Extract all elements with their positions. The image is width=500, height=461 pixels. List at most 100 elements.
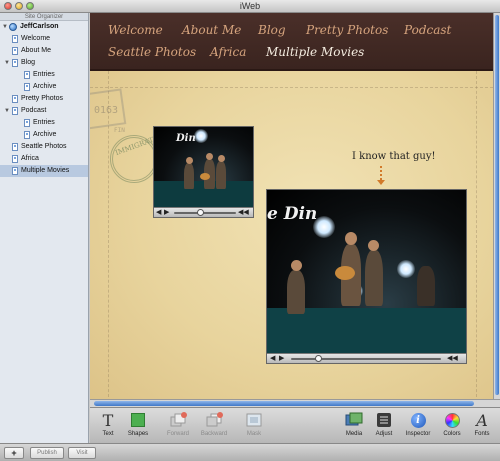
band-member-head <box>206 153 213 160</box>
shapes-tool-button[interactable]: Shapes <box>120 410 156 438</box>
sidebar-item-label: Entries <box>33 71 55 78</box>
nav-link-podcast[interactable]: Podcast <box>404 23 451 37</box>
sidebar-item-label: Archive <box>33 83 57 90</box>
band-member <box>365 250 383 306</box>
mask-tool-button[interactable]: Mask <box>236 410 272 438</box>
band-member-head <box>368 240 379 251</box>
sidebar-item-label: Entries <box>33 119 55 126</box>
disclosure-triangle-icon[interactable]: ▼ <box>2 21 8 33</box>
venue-sign-text: e Din <box>267 204 318 224</box>
fonts-icon: A <box>476 410 488 430</box>
sidebar-item-label: Multiple Movies <box>21 167 70 174</box>
tool-label: Fonts <box>474 431 490 437</box>
caption-arrow <box>380 166 382 180</box>
inspector-tool-button[interactable]: i Inspector <box>400 410 436 438</box>
sidebar-item-about-me[interactable]: About Me <box>0 45 88 57</box>
nav-link-about-me[interactable]: About Me <box>182 23 241 37</box>
horizontal-scrollbar[interactable] <box>90 399 500 407</box>
sidebar-item-label: Podcast <box>21 107 47 114</box>
band-member-head <box>186 157 193 164</box>
stage-light <box>397 260 415 278</box>
sidebar-item-archive[interactable]: Archive <box>0 129 88 141</box>
guitar <box>335 266 355 280</box>
page-icon <box>12 107 18 115</box>
band-member <box>216 161 226 189</box>
sidebar-item-entries[interactable]: Entries <box>0 69 88 81</box>
volume-icon[interactable]: ◀ <box>270 355 275 363</box>
page-navbar: Welcome About Me Blog Pretty Photos Podcast S… <box>90 13 493 71</box>
band-member <box>287 270 305 314</box>
page-icon <box>12 143 18 151</box>
arrow-head-icon <box>377 180 385 185</box>
add-page-button[interactable]: + <box>4 447 24 459</box>
vertical-scrollbar[interactable] <box>493 13 500 399</box>
band-member-head <box>345 232 357 245</box>
backward-tool-button[interactable]: Backward <box>196 410 232 438</box>
shapes-icon <box>120 410 156 430</box>
horizontal-scroll-thumb[interactable] <box>94 401 474 406</box>
scrubber-track[interactable] <box>174 212 236 214</box>
page-icon <box>12 35 18 43</box>
sidebar-site-row[interactable]: ▼ JeffCarlson <box>0 21 88 33</box>
forward-tool-button[interactable]: Forward <box>160 410 196 438</box>
movie-caption: I know that guy! <box>352 151 436 162</box>
scrubber-track[interactable] <box>291 358 441 360</box>
page-icon <box>12 167 18 175</box>
vertical-scroll-thumb[interactable] <box>495 15 499 395</box>
page-icon <box>24 119 30 127</box>
sidebar-item-africa[interactable]: Africa <box>0 153 88 165</box>
sidebar-item-podcast[interactable]: ▼ Podcast <box>0 105 88 117</box>
sidebar-item-blog[interactable]: ▼ Blog <box>0 57 88 69</box>
page-icon <box>24 131 30 139</box>
play-button[interactable]: ▶ <box>164 209 169 217</box>
adjust-icon <box>366 410 402 430</box>
page-icon <box>24 71 30 79</box>
sidebar-item-welcome[interactable]: Welcome <box>0 33 88 45</box>
layout-guide <box>476 71 477 407</box>
nav-link-blog[interactable]: Blog <box>258 23 286 37</box>
sidebar-item-label: Africa <box>21 155 39 162</box>
disclosure-triangle-icon[interactable]: ▼ <box>4 57 10 69</box>
sidebar-page-list: Welcome About Me ▼ Blog Entries Archive Pretty… <box>0 33 88 177</box>
nav-link-multiple-movies[interactable]: Multiple Movies <box>266 45 364 59</box>
page-icon <box>12 47 18 55</box>
disclosure-triangle-icon[interactable]: ▼ <box>4 105 10 117</box>
small-movie[interactable]: Din ◀ ▶ ◀◀ <box>153 126 254 218</box>
sidebar-item-archive[interactable]: Archive <box>0 81 88 93</box>
tool-label: Forward <box>166 431 189 437</box>
sidebar-item-entries[interactable]: Entries <box>0 117 88 129</box>
page-icon <box>12 155 18 163</box>
nav-link-seattle-photos[interactable]: Seattle Photos <box>108 45 196 59</box>
large-movie[interactable]: e Din ◀ ▶ ◀◀ <box>266 189 467 364</box>
page-icon <box>12 59 18 67</box>
adjust-tool-button[interactable]: Adjust <box>366 410 402 438</box>
play-button[interactable]: ▶ <box>279 355 284 363</box>
small-movie-controls: ◀ ▶ ◀◀ <box>154 207 253 217</box>
rewind-icon[interactable]: ◀◀ <box>447 355 458 363</box>
canvas-area: Welcome About Me Blog Pretty Photos Podcast S… <box>90 13 500 407</box>
scrubber-knob[interactable] <box>197 209 205 216</box>
sidebar-item-label: Pretty Photos <box>21 95 64 102</box>
tool-label: Backward <box>200 431 228 437</box>
nav-link-welcome[interactable]: Welcome <box>108 23 163 37</box>
site-organizer-sidebar: Site Organizer ▼ JeffCarlson Welcome Abou… <box>0 13 89 443</box>
rewind-icon[interactable]: ◀◀ <box>238 209 249 217</box>
sidebar-bottom-bar: + Publish Visit <box>0 443 500 461</box>
send-backward-icon <box>196 410 232 430</box>
fonts-tool-button[interactable]: A Fonts <box>464 410 500 438</box>
page-icon <box>12 95 18 103</box>
sidebar-item-multiple-movies[interactable]: Multiple Movies <box>0 165 88 177</box>
stage <box>267 308 466 353</box>
nav-link-africa[interactable]: Africa <box>210 45 246 59</box>
volume-icon[interactable]: ◀ <box>156 209 161 217</box>
bottom-toolbar: T Text Shapes Forward Backward Mask Medi… <box>90 407 500 443</box>
bring-forward-icon <box>160 410 196 430</box>
nav-link-pretty-photos[interactable]: Pretty Photos <box>306 23 388 37</box>
sidebar-item-seattle-photos[interactable]: Seattle Photos <box>0 141 88 153</box>
sidebar-item-pretty-photos[interactable]: Pretty Photos <box>0 93 88 105</box>
publish-button[interactable]: Publish <box>30 447 64 459</box>
stamp-number: 0163 <box>94 105 119 116</box>
layout-guide <box>90 87 493 88</box>
scrubber-knob[interactable] <box>315 355 322 362</box>
visit-button[interactable]: Visit <box>68 447 96 459</box>
